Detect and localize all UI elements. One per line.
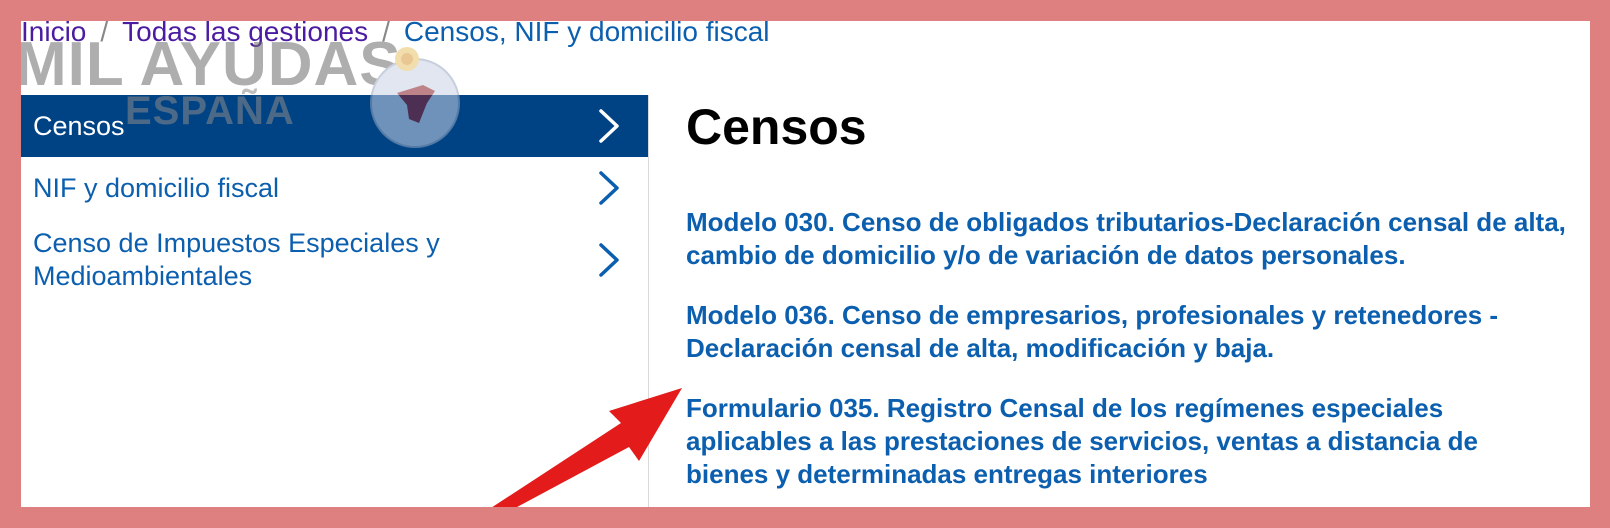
link-modelo-030[interactable]: Modelo 030. Censo de obligados tributari… bbox=[686, 206, 1566, 272]
breadcrumb-todas-gestiones[interactable]: Todas las gestiones bbox=[122, 21, 368, 47]
breadcrumb-current[interactable]: Censos, NIF y domicilio fiscal bbox=[404, 21, 770, 47]
breadcrumb-separator: / bbox=[382, 21, 390, 47]
sidebar-item-censos[interactable]: Censos bbox=[21, 95, 648, 157]
breadcrumb: Inicio / Todas las gestiones / Censos, NIF y… bbox=[21, 21, 770, 49]
page: Inicio / Todas las gestiones / Censos, NIF y… bbox=[21, 21, 1590, 507]
sidebar-item-label: Censos bbox=[33, 110, 125, 141]
sidebar-item-label: Censo de Impuestos Especiales y Medioamb… bbox=[33, 228, 440, 291]
chevron-right-icon bbox=[599, 171, 619, 205]
link-modelo-036[interactable]: Modelo 036. Censo de empresarios, profes… bbox=[686, 299, 1566, 365]
sidebar-item-label: NIF y domicilio fiscal bbox=[33, 172, 280, 203]
sidebar: Censos NIF y domicilio fiscal Censo de I… bbox=[21, 95, 649, 507]
sidebar-item-impuestos-especiales[interactable]: Censo de Impuestos Especiales y Medioamb… bbox=[21, 219, 648, 301]
sidebar-item-nif-domicilio[interactable]: NIF y domicilio fiscal bbox=[21, 157, 648, 219]
breadcrumb-separator: / bbox=[100, 21, 109, 47]
breadcrumb-inicio[interactable]: Inicio bbox=[21, 21, 86, 47]
page-title: Censos bbox=[686, 99, 867, 155]
link-formulario-035[interactable]: Formulario 035. Registro Censal de los r… bbox=[686, 392, 1566, 491]
chevron-right-icon bbox=[599, 243, 619, 277]
chevron-right-icon bbox=[599, 109, 619, 143]
